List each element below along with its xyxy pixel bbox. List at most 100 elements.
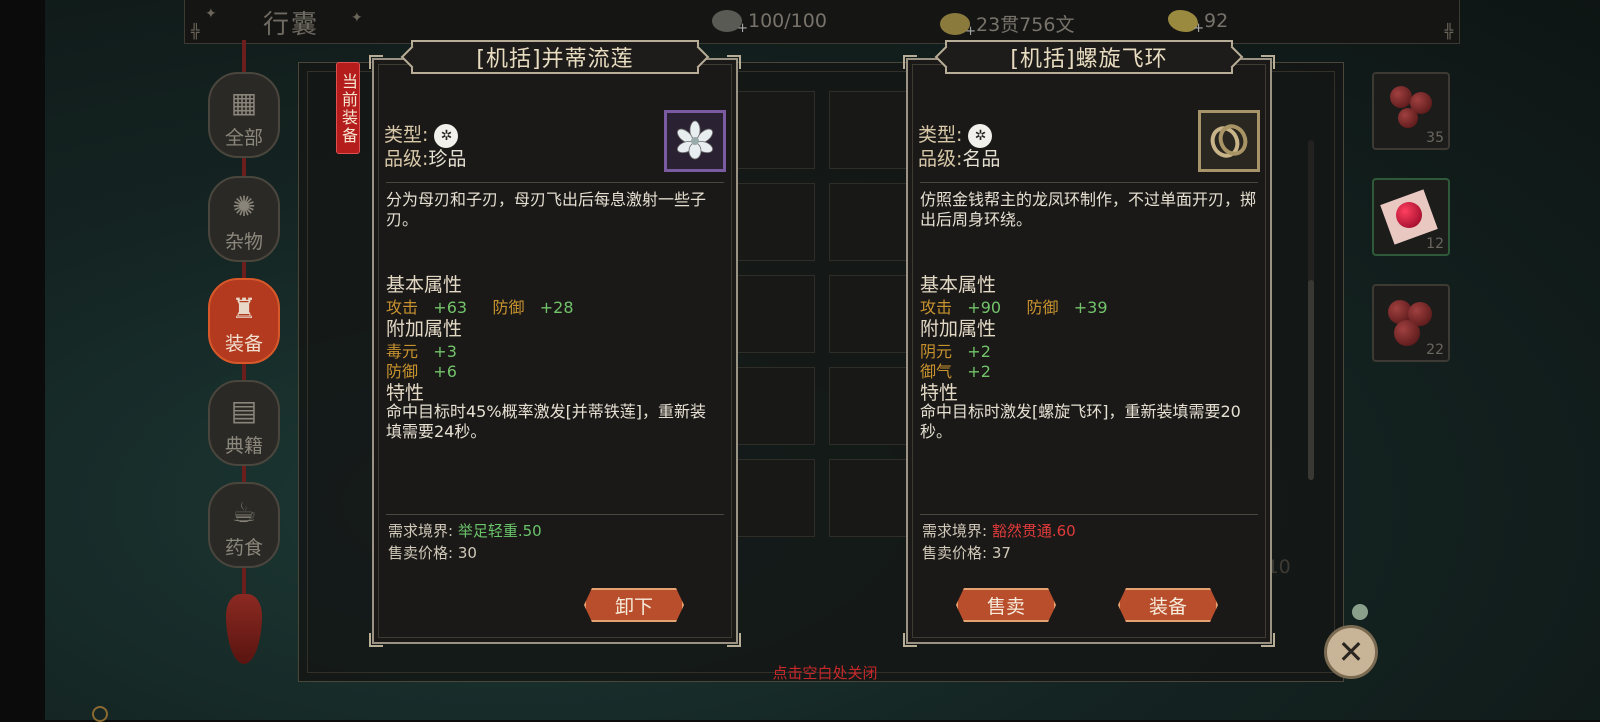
item-tile-red-pill[interactable]: 12 <box>1372 178 1450 256</box>
item-tile-fruit[interactable]: 22 <box>1372 284 1450 362</box>
tab-books[interactable]: ▤ 典籍 <box>208 380 280 466</box>
req-value: 举足轻重.50 <box>457 522 542 540</box>
gold-display[interactable]: + 92 <box>1168 10 1229 36</box>
stamina-icon: + <box>712 10 748 36</box>
corner-ornament <box>903 55 917 69</box>
pill-icon <box>1396 202 1422 228</box>
extra-attributes-title: 附加属性 <box>920 318 997 340</box>
tab-medicine-food[interactable]: ☕ 药食 <box>208 482 280 568</box>
scroll-thumb[interactable] <box>1308 280 1314 480</box>
item-quality: 品级:珍品 <box>384 148 467 170</box>
gold-value: 92 <box>1204 10 1229 32</box>
required-realm: 需求境界: 豁然贯通.60 <box>922 520 1076 541</box>
inventory-slot[interactable] <box>829 367 907 445</box>
close-icon[interactable]: ✕ <box>1324 625 1378 679</box>
inventory-slot[interactable] <box>829 183 907 261</box>
button-label: 售卖 <box>986 595 1025 618</box>
quality-value: 珍品 <box>428 148 467 170</box>
inventory-slot[interactable] <box>829 459 907 537</box>
tab-label: 全部 <box>224 127 263 149</box>
item-count: 35 <box>1426 130 1444 146</box>
button-label: 装备 <box>1148 595 1187 618</box>
inventory-slot[interactable] <box>737 183 815 261</box>
item-title: [机括]并蒂流莲 <box>411 40 699 74</box>
compared-item-card: [机括]螺旋飞环 类型: ✲ 品级:名品 仿照金钱帮主的龙凤环制作，不过单面开刃… <box>903 40 1275 647</box>
tab-label: 装备 <box>224 333 263 355</box>
tab-misc[interactable]: ✺ 杂物 <box>208 176 280 262</box>
berry-icon <box>1390 86 1412 108</box>
inventory-slot[interactable] <box>829 91 907 169</box>
corner-ornament-icon: ╬ <box>1444 24 1453 40</box>
stamina-value: 100/100 <box>748 10 827 32</box>
quality-label: 品级 <box>384 148 423 170</box>
attr-name: 防御 <box>1026 298 1059 317</box>
corner-ornament <box>1261 55 1275 69</box>
inventory-scrollbar[interactable] <box>1308 140 1314 480</box>
price-label: 售卖价格: <box>922 544 988 562</box>
req-label: 需求境界: <box>922 522 988 540</box>
divider <box>920 514 1258 515</box>
type-label: 类型 <box>918 124 957 146</box>
currently-equipped-tag: 当前装备 <box>336 62 360 154</box>
bag-title: 行囊 <box>263 10 320 40</box>
fan-icon: ✺ <box>232 190 256 223</box>
quality-label: 品级 <box>918 148 957 170</box>
equipped-item-card: [机括]并蒂流莲 类型: ✲ 品级:珍品 分为母刃和子刃，母刃飞出后每息激射一些… <box>369 40 741 647</box>
tab-all[interactable]: ▦ 全部 <box>208 72 280 158</box>
stamina-display[interactable]: + 100/100 <box>712 10 827 36</box>
inventory-slot[interactable] <box>737 275 815 353</box>
req-value: 豁然贯通.60 <box>991 522 1076 540</box>
item-tile-berries[interactable]: 35 <box>1372 72 1450 150</box>
book-icon: ▤ <box>230 394 258 427</box>
gold-ingot-icon: + <box>1168 10 1204 36</box>
money-value: 23贯756文 <box>976 14 1075 36</box>
spiral-ring-icon <box>1210 124 1248 158</box>
price-label: 售卖价格: <box>388 544 454 562</box>
fruit-icon <box>1394 320 1420 346</box>
grid-icon: ▦ <box>230 86 258 119</box>
item-quality: 品级:名品 <box>918 148 1001 170</box>
corner-ornament <box>369 633 383 647</box>
divider <box>920 182 1258 183</box>
attr-value: +6 <box>433 362 457 381</box>
item-description: 分为母刃和子刃，母刃飞出后每息激射一些子刃。 <box>386 190 707 229</box>
money-display[interactable]: + 23贯756文 <box>940 10 1075 39</box>
divider <box>386 182 724 183</box>
corner-ornament <box>903 633 917 647</box>
inventory-slot[interactable] <box>737 459 815 537</box>
tab-label: 药食 <box>224 537 263 559</box>
item-count: 22 <box>1426 342 1444 358</box>
item-title: [机括]螺旋飞环 <box>945 40 1233 74</box>
equip-button[interactable]: 装备 <box>1118 588 1218 622</box>
inventory-slot[interactable] <box>737 367 815 445</box>
inventory-slot[interactable] <box>829 275 907 353</box>
ornament-icon: ✦ <box>205 6 217 22</box>
unequip-button[interactable]: 卸下 <box>584 588 684 622</box>
attr-value: +28 <box>539 298 574 317</box>
berry-icon <box>1398 108 1418 128</box>
sell-price: 售卖价格: 37 <box>922 542 1011 563</box>
trait-title: 特性 <box>386 382 425 404</box>
basic-attributes-title: 基本属性 <box>920 274 997 296</box>
price-value: 30 <box>457 544 477 562</box>
coin-icon: + <box>940 12 976 39</box>
tab-equipment[interactable]: ♜ 装备 <box>208 278 280 364</box>
item-icon-frame <box>1198 110 1260 172</box>
sell-price: 售卖价格: 30 <box>388 542 477 563</box>
req-label: 需求境界: <box>388 522 454 540</box>
quality-value: 名品 <box>962 148 1001 170</box>
trait-text: 命中目标时45%概率激发[并蒂铁莲]，重新装填需要24秒。 <box>386 402 707 441</box>
sell-button[interactable]: 售卖 <box>956 588 1056 622</box>
item-description: 仿照金钱帮主的龙凤环制作，不过单面开刃，掷出后周身环绕。 <box>920 190 1257 229</box>
jade-bead-icon <box>1352 604 1368 620</box>
corner-ornament <box>727 633 741 647</box>
corner-ornament <box>1261 633 1275 647</box>
required-realm: 需求境界: 举足轻重.50 <box>388 520 542 541</box>
attr-value: +39 <box>1073 298 1108 317</box>
corner-ornament <box>369 55 383 69</box>
attr-name: 防御 <box>492 298 525 317</box>
inventory-slot[interactable] <box>737 91 815 169</box>
item-count: 12 <box>1426 236 1444 252</box>
tab-label: 杂物 <box>224 231 263 253</box>
corner-ornament-icon: ╬ <box>191 24 200 40</box>
